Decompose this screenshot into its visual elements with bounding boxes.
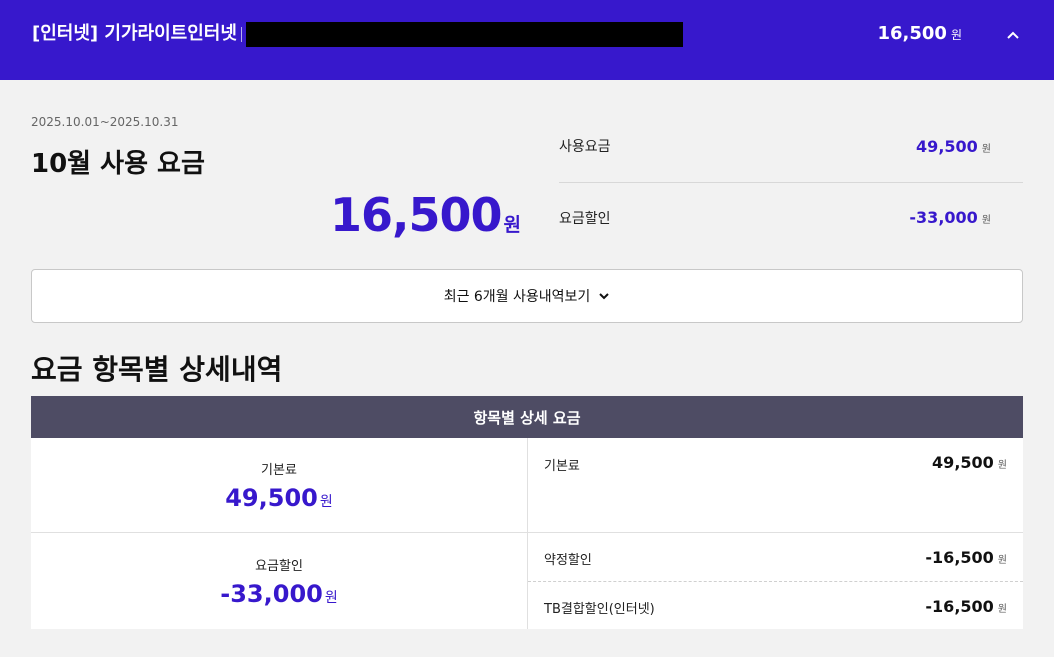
title-divider — [241, 27, 242, 42]
summary-row-usage: 사용요금 49,500 원 — [559, 130, 1023, 190]
group-summary: 요금할인 -33,000 원 — [31, 533, 528, 629]
chevron-down-icon — [599, 293, 610, 300]
group-amount: 49,500 원 — [225, 484, 333, 512]
bill-header-bar[interactable]: [인터넷] 기가라이트인터넷 16,500 원 — [0, 0, 1054, 80]
detail-group-discount: 요금할인 -33,000 원 약정할인 -16,500 원 TB결합할인(인터넷) … — [31, 533, 1023, 629]
group-items: 기본료 49,500 원 — [528, 438, 1023, 532]
group-items: 약정할인 -16,500 원 TB결합할인(인터넷) -16,500 원 — [528, 533, 1023, 629]
detail-section-title: 요금 항목별 상세내역 — [31, 353, 283, 386]
group-amount-value: -33,000 — [220, 579, 323, 608]
monthly-total-value: 16,500 — [330, 188, 503, 242]
summary-row-label: 사용요금 — [559, 139, 611, 155]
detail-table: 항목별 상세 요금 기본료 49,500 원 기본료 49,500 원 요금할인 -… — [31, 396, 1023, 629]
group-label: 요금할인 — [255, 558, 303, 574]
detail-item-amount: 49,500 — [932, 453, 994, 472]
group-amount-value: 49,500 — [225, 483, 318, 512]
group-summary: 기본료 49,500 원 — [31, 438, 528, 532]
detail-item-amount: -16,500 — [925, 597, 994, 616]
month-usage-title: 10월 사용 요금 — [31, 149, 205, 179]
detail-item-value: -16,500 원 — [925, 597, 1007, 616]
detail-item-label: 약정할인 — [544, 553, 592, 568]
group-amount: -33,000 원 — [220, 580, 337, 608]
billing-period: 2025.10.01~2025.10.31 — [31, 115, 179, 129]
summary-row-unit: 원 — [981, 144, 991, 155]
summary-row-value: 49,500 원 — [916, 137, 991, 156]
detail-table-header: 항목별 상세 요금 — [31, 396, 1023, 438]
monthly-total-unit: 원 — [503, 214, 521, 236]
detail-item-value: 49,500 원 — [932, 453, 1007, 472]
detail-item-amount: -16,500 — [925, 548, 994, 567]
detail-item: 약정할인 -16,500 원 — [528, 533, 1023, 581]
summary-row-label: 요금할인 — [559, 211, 611, 227]
service-title: [인터넷] 기가라이트인터넷 — [32, 23, 237, 44]
summary-row-amount: 49,500 — [916, 137, 978, 156]
group-label: 기본료 — [261, 462, 297, 478]
group-amount-unit: 원 — [319, 493, 333, 510]
redacted-account-info — [246, 22, 683, 47]
detail-item-unit: 원 — [997, 555, 1007, 566]
recent-history-label: 최근 6개월 사용내역보기 — [443, 289, 591, 305]
summary-row-discount: 요금할인 -33,000 원 — [559, 200, 1023, 260]
summary-row-value: -33,000 원 — [909, 208, 991, 227]
group-amount-unit: 원 — [324, 589, 338, 606]
detail-item: TB결합할인(인터넷) -16,500 원 — [528, 581, 1023, 629]
header-amount-value: 16,500 — [877, 23, 947, 44]
summary-divider — [559, 182, 1023, 183]
header-total-amount: 16,500 원 — [877, 22, 962, 47]
monthly-total-amount: 16,500 원 — [330, 188, 521, 242]
header-amount-unit: 원 — [950, 28, 962, 42]
chevron-up-icon[interactable] — [1003, 25, 1023, 45]
detail-item-unit: 원 — [997, 460, 1007, 471]
summary-row-amount: -33,000 — [909, 208, 978, 227]
recent-history-button[interactable]: 최근 6개월 사용내역보기 — [31, 269, 1023, 323]
detail-item-label: 기본료 — [544, 459, 580, 474]
detail-item-value: -16,500 원 — [925, 548, 1007, 567]
detail-item-label: TB결합할인(인터넷) — [544, 602, 655, 617]
detail-item: 기본료 49,500 원 — [528, 438, 1023, 486]
summary-row-unit: 원 — [981, 215, 991, 226]
detail-item-unit: 원 — [997, 604, 1007, 615]
detail-group-base-fee: 기본료 49,500 원 기본료 49,500 원 — [31, 438, 1023, 533]
